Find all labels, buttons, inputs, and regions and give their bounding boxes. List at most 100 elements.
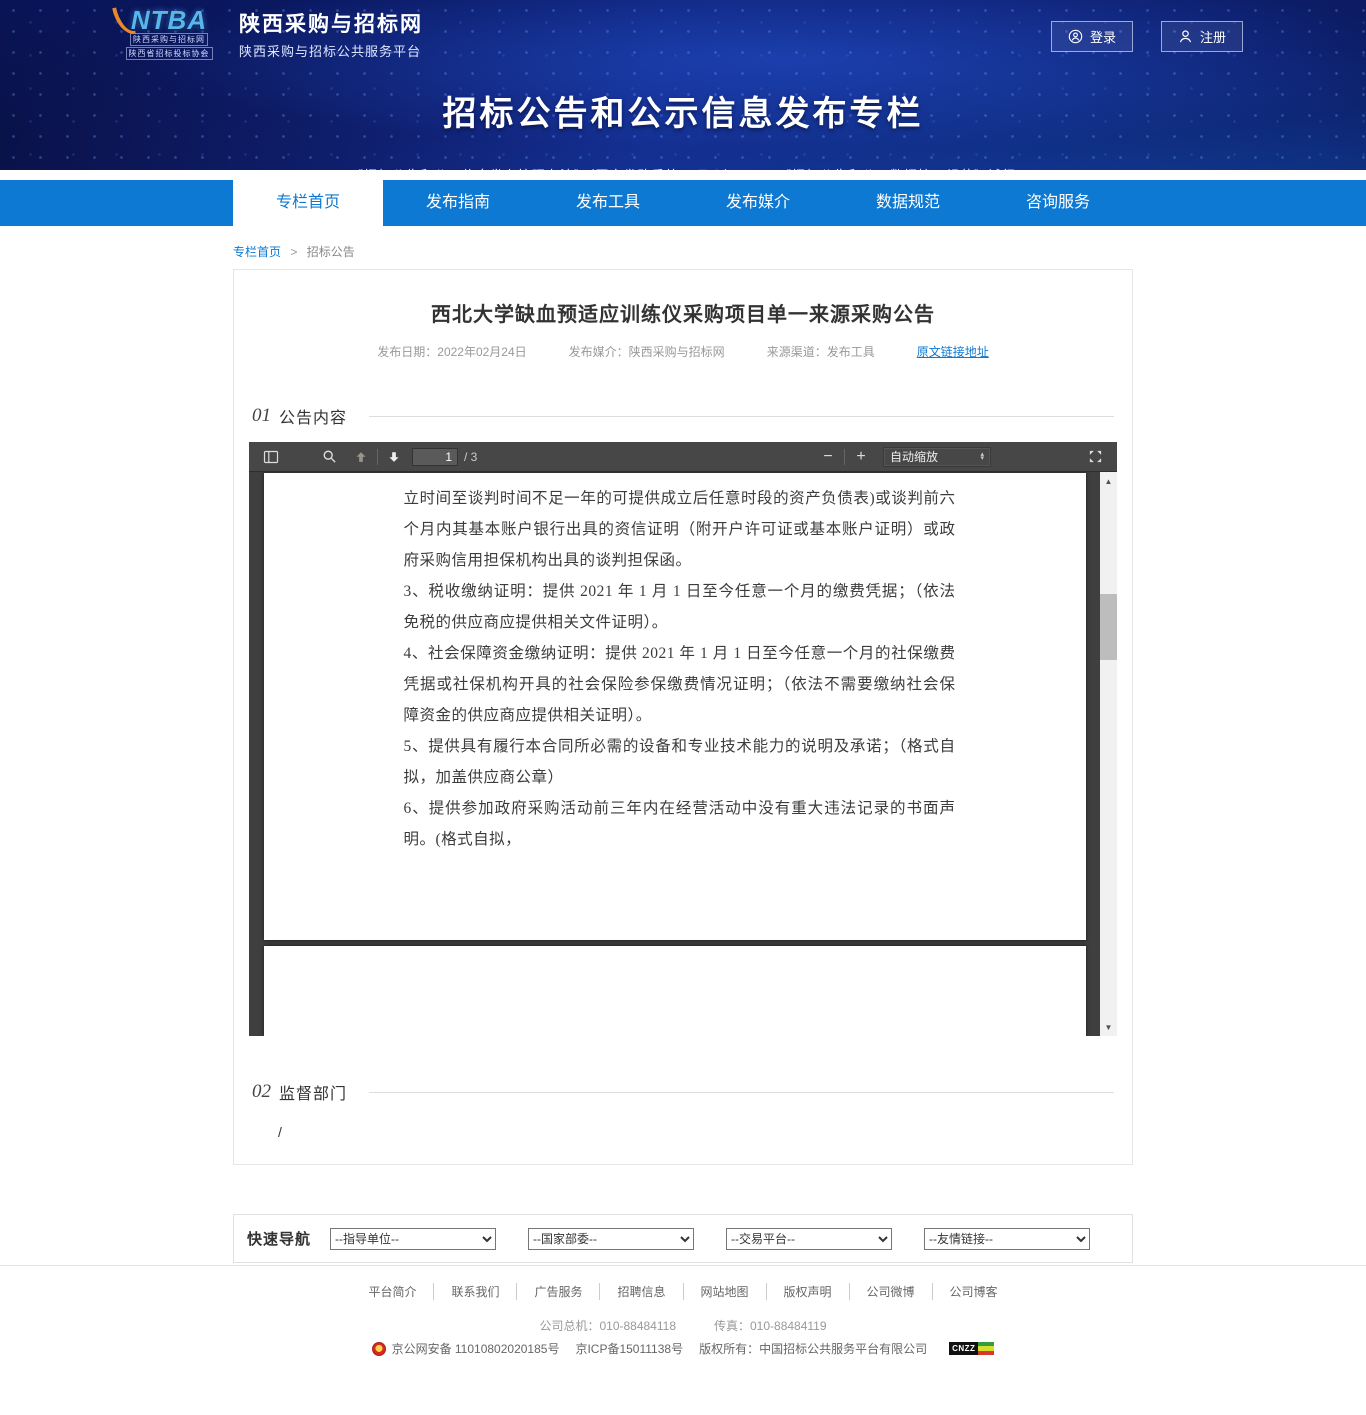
footer-fax: 传真：010-88484119: [714, 1317, 827, 1334]
footer-legal: 京公网安备 11010802020185号 京ICP备15011138号 版权所…: [0, 1340, 1366, 1357]
section1-number: 01: [252, 405, 271, 427]
login-label: 登录: [1090, 27, 1116, 46]
quick-nav-select-links[interactable]: --友情链接--: [924, 1228, 1090, 1250]
page-total: / 3: [464, 450, 477, 464]
footer-link-contact[interactable]: 联系我们: [433, 1283, 516, 1300]
doc-paragraph: 4、社会保障资金缴纳证明：提供 2021 年 1 月 1 日至今任意一个月的社保…: [404, 638, 956, 731]
main-nav: 专栏首页 发布指南 发布工具 发布媒介 数据规范 咨询服务: [0, 180, 1366, 226]
footer-link-sitemap[interactable]: 网站地图: [683, 1283, 766, 1300]
scrollbar-thumb[interactable]: [1100, 594, 1117, 660]
scroll-down-icon[interactable]: ▼: [1100, 1020, 1117, 1034]
logo-subtext-2: 陕西省招标投标协会: [126, 47, 213, 60]
site-footer: 平台简介 联系我们 广告服务 招聘信息 网站地图 版权声明 公司微博 公司博客 …: [0, 1265, 1366, 1357]
fullscreen-icon[interactable]: [1083, 445, 1107, 469]
tab-publish-media[interactable]: 发布媒介: [683, 180, 833, 226]
section2-number: 02: [252, 1081, 271, 1103]
zoom-out-icon[interactable]: −: [816, 445, 840, 469]
icp-registration[interactable]: 京ICP备15011138号: [575, 1340, 683, 1357]
zoom-in-icon[interactable]: +: [849, 445, 873, 469]
publish-media: 发布媒介：陕西采购与招标网: [569, 343, 725, 360]
footer-link-blog[interactable]: 公司博客: [932, 1283, 1015, 1300]
police-badge-icon: [372, 1342, 386, 1356]
site-logo[interactable]: NTBA 陕西采购与招标网 陕西省招标投标协会: [113, 8, 225, 60]
quick-nav-select-guidance[interactable]: --指导单位--: [330, 1228, 496, 1250]
pdf-toolbar: / 3 − + 自动缩放 ▴▾: [249, 442, 1117, 472]
announcement-meta: 发布日期：2022年02月24日 发布媒介：陕西采购与招标网 来源渠道：发布工具…: [234, 343, 1132, 360]
tab-column-home[interactable]: 专栏首页: [233, 180, 383, 228]
announcement-title: 西北大学缺血预适应训练仪采购项目单一来源采购公告: [234, 298, 1132, 327]
logo-ntba-text: NTBA: [131, 8, 207, 32]
quick-nav-select-platforms[interactable]: --交易平台--: [726, 1228, 892, 1250]
police-registration[interactable]: 京公网安备 11010802020185号: [392, 1340, 560, 1357]
banner-title: 招标公告和公示信息发布专栏: [113, 86, 1253, 135]
site-tagline: 陕西采购与招标公共服务平台: [239, 41, 423, 60]
footer-copyright-owner: 版权所有：中国招标公共服务平台有限公司: [699, 1340, 927, 1357]
search-icon[interactable]: [317, 445, 341, 469]
section-supervisor-header: 02 监督部门: [252, 1080, 1114, 1104]
zoom-divider: [844, 449, 845, 465]
tab-consult-service[interactable]: 咨询服务: [983, 180, 1133, 226]
pdf-body: 立时间至谈判时间不足一年的可提供成立后任意时段的资产负债表)或谈判前六个月内其基…: [249, 472, 1117, 1036]
tab-publish-guide[interactable]: 发布指南: [383, 180, 533, 226]
breadcrumb: 专栏首页 > 招标公告: [233, 243, 1133, 260]
supervisor-content: /: [278, 1124, 1132, 1140]
cnzz-label: CNZZ: [949, 1342, 978, 1355]
section-announcement-content-header: 01 公告内容: [252, 404, 1114, 428]
sidebar-toggle-icon[interactable]: [259, 445, 283, 469]
section1-title: 公告内容: [279, 404, 347, 428]
breadcrumb-separator: >: [290, 245, 297, 259]
footer-link-about[interactable]: 平台简介: [351, 1283, 433, 1300]
site-name: 陕西采购与招标网: [239, 8, 423, 38]
toolbar-divider: [377, 449, 378, 465]
footer-contact: 公司总机：010-88484118 传真：010-88484119: [0, 1317, 1366, 1334]
source-channel: 来源渠道：发布工具: [767, 343, 875, 360]
zoom-mode-select[interactable]: 自动缩放 ▴▾: [883, 447, 991, 467]
footer-link-weibo[interactable]: 公司微博: [849, 1283, 932, 1300]
quick-nav-select-ministries[interactable]: --国家部委--: [528, 1228, 694, 1250]
breadcrumb-current: 招标公告: [307, 245, 355, 259]
zoom-mode-label: 自动缩放: [890, 448, 938, 465]
section2-divider: [369, 1092, 1114, 1093]
footer-link-jobs[interactable]: 招聘信息: [599, 1283, 682, 1300]
pdf-viewer: / 3 − + 自动缩放 ▴▾ 立时间至谈判时间不足一年的可提: [249, 442, 1117, 1036]
banner-note-red: 10号令: [680, 168, 724, 170]
banner-note: 《招标公告和公示信息发布管理办法》（国家发改委第10号令） 《招标公告和公示数据接…: [113, 165, 1253, 170]
doc-paragraph: 3、税收缴纳证明：提供 2021 年 1 月 1 日至今任意一个月的缴费凭据；（…: [404, 576, 956, 638]
site-header: NTBA 陕西采购与招标网 陕西省招标投标协会 陕西采购与招标网 陕西采购与招标…: [0, 0, 1366, 170]
footer-link-copyright[interactable]: 版权声明: [766, 1283, 849, 1300]
section1-divider: [369, 416, 1114, 417]
select-arrows-icon: ▴▾: [980, 453, 984, 461]
banner-note-part3: 《招标公告和公示数据接口规范》试行: [778, 168, 1016, 170]
quick-nav-bar: 快速导航 --指导单位-- --国家部委-- --交易平台-- --友情链接--: [233, 1214, 1133, 1263]
cnzz-badge[interactable]: CNZZ: [949, 1342, 994, 1355]
cnzz-stripes-icon: [978, 1342, 994, 1355]
breadcrumb-home-link[interactable]: 专栏首页: [233, 245, 281, 259]
register-button[interactable]: 注册: [1161, 21, 1243, 52]
banner-note-part2: ）: [724, 168, 738, 170]
pdf-page-1: 立时间至谈判时间不足一年的可提供成立后任意时段的资产负债表)或谈判前六个月内其基…: [264, 473, 1086, 940]
scroll-up-icon[interactable]: ▲: [1100, 474, 1117, 488]
original-link[interactable]: 原文链接地址: [917, 343, 989, 360]
footer-links: 平台简介 联系我们 广告服务 招聘信息 网站地图 版权声明 公司微博 公司博客: [0, 1283, 1366, 1300]
announcement-card: 西北大学缺血预适应训练仪采购项目单一来源采购公告 发布日期：2022年02月24…: [233, 269, 1133, 1165]
section2-title: 监督部门: [279, 1080, 347, 1104]
pdf-scrollbar[interactable]: ▲ ▼: [1100, 472, 1117, 1036]
banner-note-part1: 《招标公告和公示信息发布管理办法》（国家发改委第: [350, 168, 680, 170]
page-number-input[interactable]: [412, 448, 458, 466]
login-button[interactable]: 登录: [1051, 21, 1133, 52]
register-label: 注册: [1200, 27, 1226, 46]
tab-data-standards[interactable]: 数据规范: [833, 180, 983, 226]
quick-nav-label: 快速导航: [247, 1228, 311, 1249]
tab-publish-tools[interactable]: 发布工具: [533, 180, 683, 226]
user-icon: [1178, 29, 1193, 44]
page-down-icon[interactable]: [382, 445, 406, 469]
doc-paragraph: 6、提供参加政府采购活动前三年内在经营活动中没有重大违法记录的书面声明。(格式自…: [404, 793, 956, 855]
publish-date: 发布日期：2022年02月24日: [377, 343, 526, 360]
doc-paragraph: 5、提供具有履行本合同所必需的设备和专业技术能力的说明及承诺；（格式自拟，加盖供…: [404, 731, 956, 793]
footer-phone: 公司总机：010-88484118: [539, 1317, 676, 1334]
footer-link-ads[interactable]: 广告服务: [516, 1283, 599, 1300]
doc-paragraph: 立时间至谈判时间不足一年的可提供成立后任意时段的资产负债表)或谈判前六个月内其基…: [404, 483, 956, 576]
pdf-page-2: [264, 946, 1086, 1036]
page-up-icon[interactable]: [349, 445, 373, 469]
user-circle-icon: [1068, 29, 1083, 44]
